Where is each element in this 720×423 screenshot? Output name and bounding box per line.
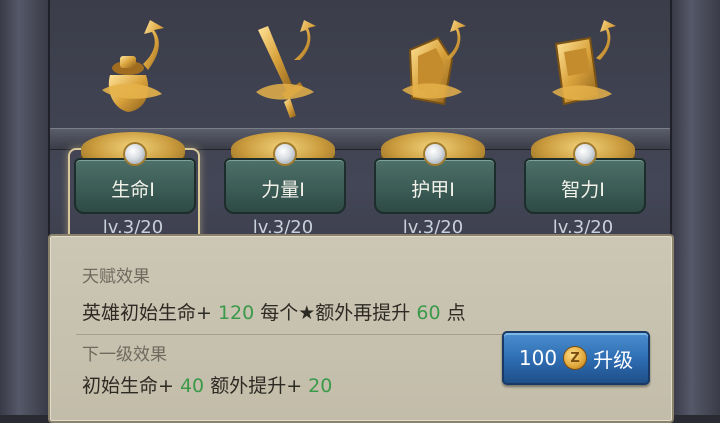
gold-coin-icon: Z — [563, 346, 588, 370]
pearl-gem-icon — [123, 142, 147, 166]
talent-info-panel: 天赋效果 英雄初始生命+ 120 每个★额外再提升 60 点 下一级效果 初始生… — [48, 234, 674, 423]
talent-name: 护甲Ⅰ — [411, 179, 455, 201]
current-effect-middle: 每个★额外再提升 — [254, 302, 417, 324]
next-level-title: 下一级效果 — [82, 345, 167, 365]
left-frame — [0, 0, 50, 415]
talent-card-strength[interactable]: 力量Ⅰ lv.3/20 — [216, 20, 350, 240]
talent-name: 智力Ⅰ — [561, 179, 605, 201]
upgrade-label: 升级 — [593, 347, 634, 372]
pearl-gem-icon — [423, 142, 447, 166]
talent-card-armor[interactable]: 护甲Ⅰ lv.3/20 — [366, 20, 500, 240]
right-frame — [670, 0, 720, 415]
current-effect-text: 英雄初始生命+ 120 每个★额外再提升 60 点 — [82, 298, 466, 325]
shield-icon — [402, 20, 466, 106]
next-base-value: 40 — [179, 375, 205, 397]
current-effect-suffix: 点 — [440, 302, 466, 324]
talent-name: 生命Ⅰ — [111, 179, 155, 201]
next-effect-text: 初始生命+ 40 额外提升+ 20 — [82, 371, 332, 398]
next-effect-middle: 额外提升+ — [204, 375, 309, 397]
current-base-value: 120 — [217, 302, 255, 324]
spellbook-icon — [552, 20, 616, 106]
current-effect-prefix: 英雄初始生命+ — [82, 302, 218, 324]
next-effect-prefix: 初始生命+ — [82, 375, 180, 397]
potion-jar-icon — [102, 20, 164, 112]
talent-name: 力量Ⅰ — [261, 179, 305, 201]
current-extra-value: 60 — [416, 302, 441, 324]
next-extra-value: 20 — [308, 375, 333, 397]
upgrade-cost: 100 — [518, 346, 558, 370]
pearl-gem-icon — [573, 142, 597, 166]
talent-effect-title: 天赋效果 — [82, 267, 150, 287]
pearl-gem-icon — [273, 142, 297, 166]
upgrade-button[interactable]: 100 Z 升级 — [502, 331, 650, 385]
talent-card-health[interactable]: 生命Ⅰ lv.3/20 — [66, 20, 200, 246]
talent-card-intellect[interactable]: 智力Ⅰ lv.3/20 — [516, 20, 650, 240]
sword-icon — [256, 20, 316, 118]
